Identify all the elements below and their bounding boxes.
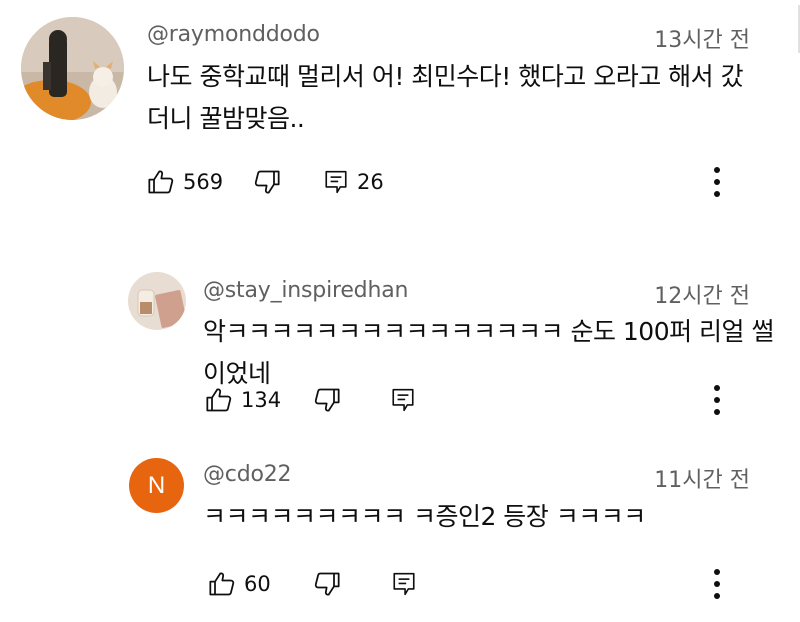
more-vert-icon[interactable] (707, 564, 727, 604)
avatar-letter: N (147, 471, 166, 499)
like-count: 134 (241, 388, 282, 412)
avatar[interactable] (128, 272, 186, 330)
comment-actions: 134 (205, 380, 787, 420)
dot (714, 569, 720, 575)
reply-icon (392, 388, 414, 412)
comment-author[interactable]: @stay_inspiredhan (203, 278, 408, 303)
like-button[interactable]: 134 (205, 380, 281, 420)
dot (714, 593, 720, 599)
avatar[interactable]: N (129, 458, 184, 513)
comment-actions: 569 26 (147, 162, 787, 202)
dot (714, 409, 720, 415)
dot (714, 581, 720, 587)
dot (714, 191, 720, 197)
comment-text-line: 나도 중학교때 멀리서 어! 최민수다! 했다고 오라고 해서 갔 (147, 62, 744, 91)
thumb-up-icon (206, 388, 232, 412)
avatar[interactable] (21, 17, 124, 120)
comment-text-line: ㅋㅋㅋㅋㅋㅋㅋㅋㅋ ㅋ증인2 등장 ㅋㅋㅋㅋ (203, 502, 646, 531)
like-count: 60 (244, 572, 271, 596)
reply-icon (393, 572, 415, 596)
comment-timestamp[interactable]: 11시간 전 (654, 462, 750, 494)
comment-author[interactable]: @cdo22 (203, 462, 292, 487)
reply-count: 26 (357, 170, 384, 194)
like-button[interactable]: 569 (147, 162, 223, 202)
thumb-up-icon (209, 572, 235, 596)
like-button[interactable]: 60 (208, 564, 271, 604)
like-count: 569 (183, 170, 224, 194)
dislike-button[interactable] (253, 162, 281, 202)
dot (714, 167, 720, 173)
reply-button[interactable] (390, 380, 416, 420)
reply-button[interactable]: 26 (323, 162, 384, 202)
dog-photo-avatar-icon (21, 17, 124, 120)
thumb-down-icon (314, 388, 340, 412)
comment-timestamp[interactable]: 12시간 전 (654, 278, 750, 310)
comment-actions: 60 (208, 564, 787, 604)
comment-text: ㅋㅋㅋㅋㅋㅋㅋㅋㅋ ㅋ증인2 등장 ㅋㅋㅋㅋ (203, 496, 783, 538)
comment-text: 나도 중학교때 멀리서 어! 최민수다! 했다고 오라고 해서 갔 더니 꿀밤맞… (147, 56, 767, 140)
dot (714, 397, 720, 403)
more-vert-icon[interactable] (707, 162, 727, 202)
comment-timestamp[interactable]: 13시간 전 (654, 22, 750, 54)
thumb-down-icon (254, 170, 280, 194)
reply-button[interactable] (391, 564, 417, 604)
comment-author[interactable]: @raymonddodo (147, 22, 320, 47)
dot (714, 179, 720, 185)
dot (714, 385, 720, 391)
comment-text-line: 더니 꿀밤맞음.. (147, 104, 305, 133)
dislike-button[interactable] (313, 564, 341, 604)
more-vert-icon[interactable] (707, 380, 727, 420)
thumb-down-icon (314, 572, 340, 596)
reply-icon (325, 170, 347, 194)
coffee-photo-avatar-icon (128, 272, 186, 330)
thumb-up-icon (148, 170, 174, 194)
dislike-button[interactable] (313, 380, 341, 420)
